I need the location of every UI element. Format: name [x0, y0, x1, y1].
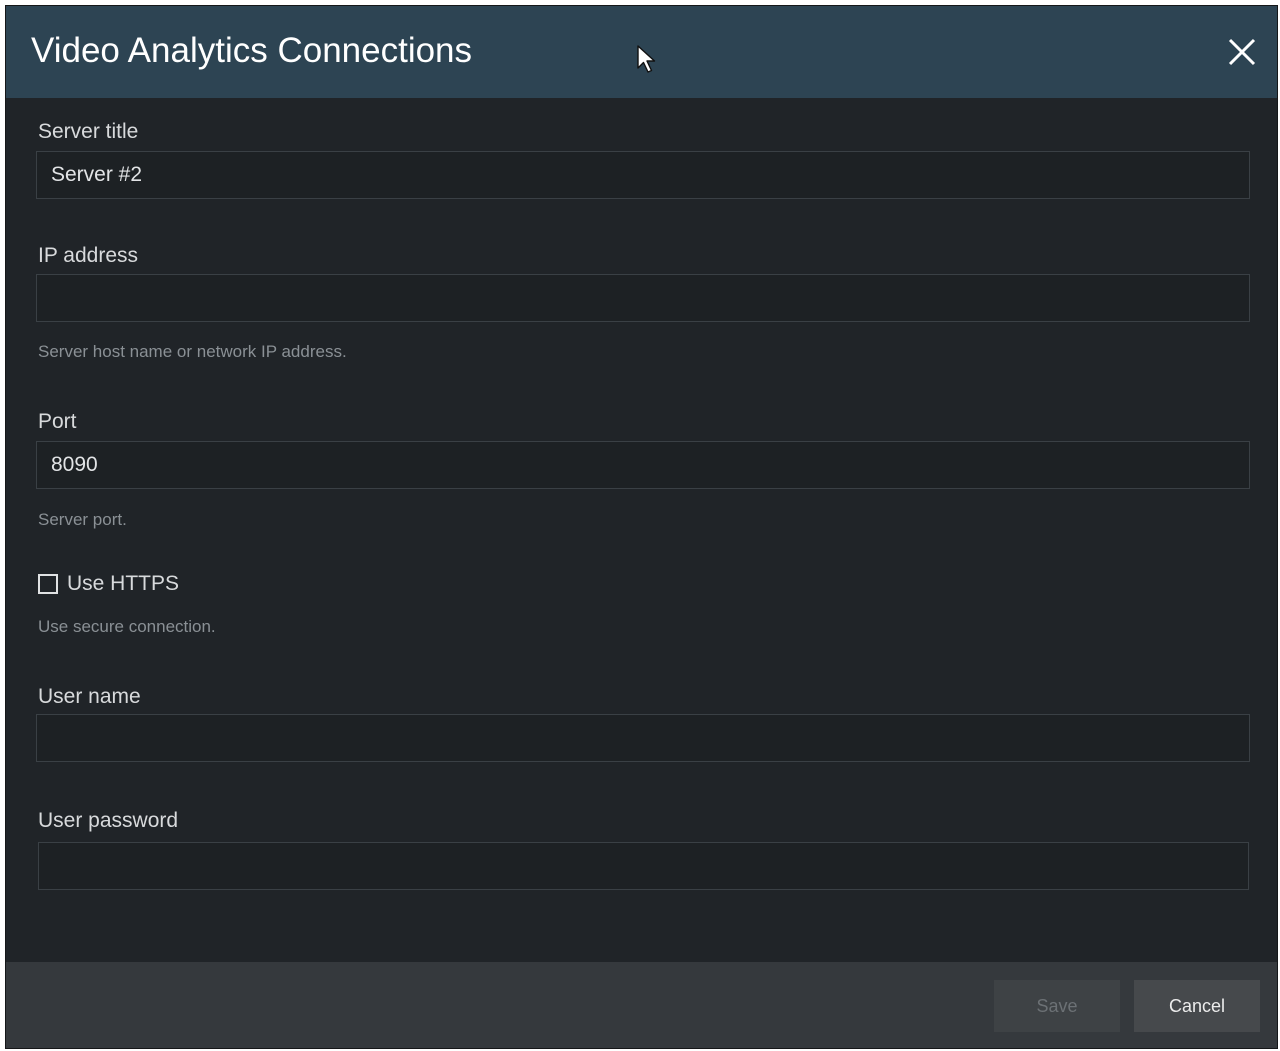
cancel-button[interactable]: Cancel: [1134, 980, 1260, 1032]
mouse-cursor-icon: [637, 45, 656, 73]
user-password-label: User password: [38, 809, 179, 832]
user-password-input[interactable]: [38, 842, 1249, 890]
save-button[interactable]: Save: [994, 980, 1120, 1032]
user-name-label: User name: [38, 685, 141, 708]
port-input[interactable]: [36, 441, 1250, 489]
server-title-input[interactable]: [36, 151, 1250, 199]
ip-address-hint: Server host name or network IP address.: [38, 342, 347, 361]
title-bar: Video Analytics Connections: [6, 6, 1277, 98]
dialog-title: Video Analytics Connections: [31, 31, 473, 70]
port-label: Port: [38, 410, 77, 433]
dialog-footer: Save Cancel: [6, 962, 1277, 1048]
use-https-label[interactable]: Use HTTPS: [67, 572, 179, 596]
port-hint: Server port.: [38, 510, 127, 529]
server-title-label: Server title: [38, 120, 139, 143]
video-analytics-dialog: Video Analytics Connections Server title…: [5, 5, 1278, 1049]
ip-address-label: IP address: [38, 244, 139, 267]
ip-address-input[interactable]: [36, 274, 1250, 322]
use-https-checkbox[interactable]: [38, 574, 58, 594]
user-name-input[interactable]: [36, 714, 1250, 762]
use-https-hint: Use secure connection.: [38, 617, 216, 636]
close-icon[interactable]: [1225, 35, 1259, 69]
